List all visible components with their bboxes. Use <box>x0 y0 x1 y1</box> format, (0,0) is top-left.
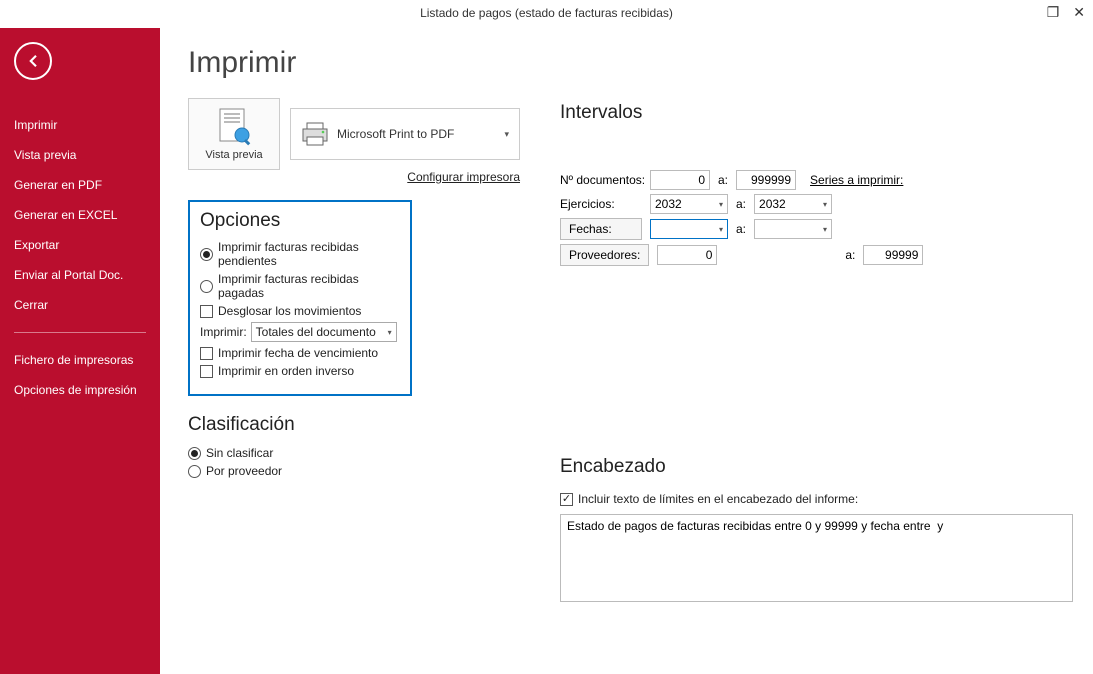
sidebar-item-pdf[interactable]: Generar en PDF <box>0 170 160 200</box>
document-preview-icon <box>216 107 252 145</box>
intervals-title: Intervalos <box>560 102 1073 124</box>
window-title: Listado de pagos (estado de facturas rec… <box>420 6 673 20</box>
supplier-from-input[interactable] <box>657 245 717 265</box>
option-breakdown[interactable]: Desglosar los movimientos <box>200 304 400 318</box>
checkbox-icon <box>200 365 213 378</box>
main-pane: Imprimir Vista previa Microsoft Print to… <box>160 28 1093 674</box>
printer-name: Microsoft Print to PDF <box>337 127 454 141</box>
classify-none[interactable]: Sin clasificar <box>188 446 412 460</box>
sidebar-item-fichero[interactable]: Fichero de impresoras <box>0 345 160 375</box>
header-section: Encabezado Incluir texto de límites en e… <box>560 456 1073 607</box>
sidebar-item-excel[interactable]: Generar en EXCEL <box>0 200 160 230</box>
arrow-left-icon <box>24 52 42 70</box>
classification-title: Clasificación <box>188 414 412 436</box>
intervals-pane: Intervalos Nº documentos: a: Series a im… <box>560 102 1073 607</box>
chevron-down-icon: ▾ <box>719 225 723 234</box>
dates-button[interactable]: Fechas: <box>560 218 642 240</box>
options-group: Opciones Imprimir facturas recibidas pen… <box>188 200 412 396</box>
configure-printer-link[interactable]: Configurar impresora <box>407 170 520 184</box>
close-icon[interactable]: ✕ <box>1073 4 1085 21</box>
chevron-down-icon: ▾ <box>719 200 723 209</box>
page-title: Imprimir <box>188 46 1073 80</box>
chevron-down-icon: ▾ <box>388 328 392 337</box>
option-pending-invoices[interactable]: Imprimir facturas recibidas pendientes <box>200 240 400 268</box>
sidebar-item-cerrar[interactable]: Cerrar <box>0 290 160 320</box>
date-to-select[interactable]: ▾ <box>754 219 832 239</box>
back-button[interactable] <box>14 42 52 80</box>
sidebar-item-vista-previa[interactable]: Vista previa <box>0 140 160 170</box>
date-from-select[interactable]: ▾ <box>650 219 728 239</box>
option-paid-invoices[interactable]: Imprimir facturas recibidas pagadas <box>200 272 400 300</box>
header-text-input[interactable] <box>560 514 1073 602</box>
include-limits-checkbox[interactable]: Incluir texto de límites en el encabezad… <box>560 492 1073 506</box>
radio-icon <box>188 465 201 478</box>
year-to-select[interactable]: 2032▾ <box>754 194 832 214</box>
header-title: Encabezado <box>560 456 1073 478</box>
radio-icon <box>200 280 213 293</box>
option-reverse-order[interactable]: Imprimir en orden inverso <box>200 364 400 378</box>
preview-label: Vista previa <box>205 149 262 161</box>
doc-to-input[interactable] <box>736 170 796 190</box>
sidebar: Imprimir Vista previa Generar en PDF Gen… <box>0 28 160 674</box>
suppliers-button[interactable]: Proveedores: <box>560 244 649 266</box>
doc-number-label: Nº documentos: <box>560 173 650 187</box>
checkbox-icon <box>200 347 213 360</box>
sidebar-item-exportar[interactable]: Exportar <box>0 230 160 260</box>
option-due-date[interactable]: Imprimir fecha de vencimiento <box>200 346 400 360</box>
series-link[interactable]: Series a imprimir: <box>810 173 903 187</box>
classify-supplier[interactable]: Por proveedor <box>188 464 412 478</box>
restore-icon[interactable]: ❐ <box>1047 4 1060 21</box>
doc-from-input[interactable] <box>650 170 710 190</box>
radio-icon <box>188 447 201 460</box>
supplier-to-input[interactable] <box>863 245 923 265</box>
preview-button[interactable]: Vista previa <box>188 98 280 170</box>
chevron-down-icon: ▾ <box>823 200 827 209</box>
printer-dropdown[interactable]: Microsoft Print to PDF ▾ <box>290 108 520 160</box>
chevron-down-icon: ▾ <box>504 129 509 140</box>
classification-group: Clasificación Sin clasificar Por proveed… <box>188 414 412 478</box>
checkbox-icon <box>200 305 213 318</box>
fiscal-years-label: Ejercicios: <box>560 197 650 211</box>
year-from-select[interactable]: 2032▾ <box>650 194 728 214</box>
print-mode-label: Imprimir: <box>200 325 247 339</box>
radio-icon <box>200 248 213 261</box>
printer-icon <box>301 121 329 147</box>
sidebar-separator <box>14 332 146 333</box>
title-bar: Listado de pagos (estado de facturas rec… <box>0 0 1093 28</box>
sidebar-item-portal[interactable]: Enviar al Portal Doc. <box>0 260 160 290</box>
print-mode-select[interactable]: Totales del documento▾ <box>251 322 397 342</box>
sidebar-item-imprimir[interactable]: Imprimir <box>0 110 160 140</box>
sidebar-item-opciones[interactable]: Opciones de impresión <box>0 375 160 405</box>
options-title: Opciones <box>200 210 400 232</box>
checkbox-icon <box>560 493 573 506</box>
chevron-down-icon: ▾ <box>823 225 827 234</box>
